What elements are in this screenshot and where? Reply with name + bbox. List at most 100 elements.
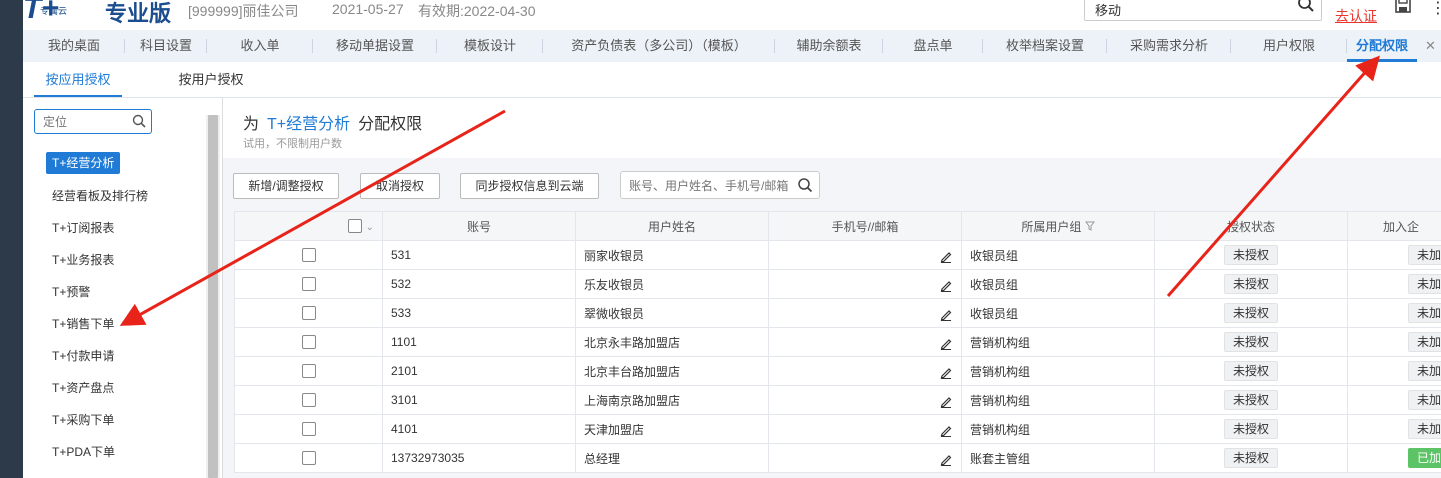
sidebar-item-pda-order[interactable]: T+PDA下单 — [52, 441, 115, 463]
user-auth-table: ⌄ 账号 用户姓名 手机号//邮箱 所属用户组 授权状态 加入企 531 丽家收… — [234, 211, 1441, 473]
col-name[interactable]: 用户姓名 — [575, 211, 769, 241]
row-select[interactable] — [234, 414, 383, 444]
sidebar-scroll-thumb[interactable] — [208, 115, 218, 478]
row-select[interactable] — [234, 298, 383, 328]
tab-user-permissions[interactable]: 用户权限 — [1231, 30, 1347, 62]
more-icon[interactable]: ⋮ — [1430, 0, 1441, 18]
tab-income-receipt[interactable]: 收入单 — [207, 30, 313, 62]
edit-pencil-icon[interactable] — [939, 423, 953, 440]
col-account[interactable]: 账号 — [382, 211, 576, 241]
edit-pencil-icon[interactable] — [939, 278, 953, 295]
status-badge: 未授权 — [1223, 419, 1278, 439]
tab-mobile-doc-settings[interactable]: 移动单据设置 — [313, 30, 437, 62]
tab-purchase-analysis[interactable]: 采购需求分析 — [1107, 30, 1231, 62]
edit-pencil-icon[interactable] — [939, 365, 953, 382]
row-select[interactable] — [234, 356, 383, 386]
edit-pencil-icon[interactable] — [939, 452, 953, 469]
chevron-down-icon[interactable]: ⌄ — [366, 222, 374, 233]
table-row[interactable]: 533 翠微收银员 收银员组 未授权 未加 — [234, 298, 1441, 328]
tab-balance-sheet[interactable]: 资产负债表（多公司）（模板） — [543, 30, 775, 62]
table-row[interactable]: 532 乐友收银员 收银员组 未授权 未加 — [234, 269, 1441, 299]
cell-phone — [768, 356, 962, 386]
search-icon[interactable] — [132, 114, 146, 131]
sidebar-item-sales-order[interactable]: T+销售下单 — [52, 313, 114, 335]
title-product: T+经营分析 — [267, 116, 351, 133]
cell-group: 收银员组 — [961, 240, 1155, 270]
user-search-field[interactable] — [627, 178, 791, 194]
filter-icon[interactable] — [1084, 220, 1095, 234]
user-search-input[interactable] — [620, 171, 820, 199]
save-icon[interactable] — [1394, 0, 1412, 17]
status-badge: 未授权 — [1223, 448, 1278, 468]
panel-subtitle: 试用，不限制用户数 — [243, 138, 342, 150]
sidebar-item-business-reports[interactable]: T+业务报表 — [52, 249, 114, 271]
subtab-by-user[interactable]: 按用户授权 — [167, 62, 255, 97]
company-name[interactable]: [999999]丽佳公司 — [188, 1, 299, 21]
cell-group: 账套主管组 — [961, 443, 1155, 473]
cell-group: 收银员组 — [961, 298, 1155, 328]
edit-pencil-icon[interactable] — [939, 394, 953, 411]
edit-pencil-icon[interactable] — [939, 336, 953, 353]
select-all-checkbox[interactable] — [348, 219, 363, 234]
search-icon[interactable] — [1297, 0, 1315, 16]
certify-link[interactable]: 去认证 — [1335, 6, 1377, 26]
sidebar-item-subscription-reports[interactable]: T+订阅报表 — [52, 217, 114, 239]
table-row[interactable]: 13732973035 总经理 账套主管组 未授权 已加 — [234, 443, 1441, 473]
col-join[interactable]: 加入企 — [1347, 211, 1441, 241]
row-select[interactable] — [234, 240, 383, 270]
col-group-label: 所属用户组 — [1021, 219, 1082, 234]
tab-enum-archive[interactable]: 枚举档案设置 — [983, 30, 1107, 62]
table-row[interactable]: 3101 上海南京路加盟店 营销机构组 未授权 未加 — [234, 385, 1441, 415]
row-checkbox[interactable] — [301, 364, 316, 379]
table-row[interactable]: 2101 北京丰台路加盟店 营销机构组 未授权 未加 — [234, 356, 1441, 386]
cell-status: 未授权 — [1154, 414, 1348, 444]
col-group[interactable]: 所属用户组 — [961, 211, 1155, 241]
subtab-by-app[interactable]: 按应用授权 — [34, 62, 122, 97]
cell-account: 2101 — [382, 356, 576, 386]
global-search-input[interactable]: 移动 — [1084, 0, 1322, 21]
row-checkbox[interactable] — [301, 335, 316, 350]
row-checkbox[interactable] — [301, 277, 316, 292]
sidebar-item-alerts[interactable]: T+预警 — [52, 281, 90, 303]
tab-label: 收入单 — [240, 38, 280, 53]
table-row[interactable]: 4101 天津加盟店 营销机构组 未授权 未加 — [234, 414, 1441, 444]
cancel-auth-button[interactable]: 取消授权 — [360, 173, 440, 199]
table-header-row: ⌄ 账号 用户姓名 手机号//邮箱 所属用户组 授权状态 加入企 — [234, 211, 1441, 241]
add-auth-button[interactable]: 新增/调整授权 — [233, 173, 339, 199]
col-status[interactable]: 授权状态 — [1154, 211, 1348, 241]
sync-cloud-button[interactable]: 同步授权信息到云端 — [460, 173, 599, 199]
tab-stocktake[interactable]: 盘点单 — [883, 30, 983, 62]
locate-input[interactable] — [34, 109, 152, 134]
locate-field[interactable] — [41, 114, 125, 130]
row-checkbox[interactable] — [301, 393, 316, 408]
tab-assign-permissions[interactable]: 分配权限 — [1347, 30, 1417, 62]
tab-aux-balance[interactable]: 辅助余额表 — [775, 30, 883, 62]
select-all-header[interactable]: ⌄ — [234, 211, 383, 241]
row-select[interactable] — [234, 443, 383, 473]
col-phone[interactable]: 手机号//邮箱 — [768, 211, 962, 241]
table-row[interactable]: 531 丽家收银员 收银员组 未授权 未加 — [234, 240, 1441, 270]
table-row[interactable]: 1101 北京永丰路加盟店 营销机构组 未授权 未加 — [234, 327, 1441, 357]
row-checkbox[interactable] — [301, 422, 316, 437]
row-checkbox[interactable] — [301, 451, 316, 466]
row-select[interactable] — [234, 327, 383, 357]
search-icon[interactable] — [797, 177, 813, 196]
tab-my-desktop[interactable]: 我的桌面 — [23, 30, 125, 62]
sidebar-item-purchase-order[interactable]: T+采购下单 — [52, 409, 114, 431]
edit-pencil-icon[interactable] — [939, 249, 953, 266]
sidebar-item-payment-request[interactable]: T+付款申请 — [52, 345, 114, 367]
close-icon[interactable]: ✕ — [1425, 30, 1436, 62]
row-select[interactable] — [234, 269, 383, 299]
sidebar-item-dashboard-ranking[interactable]: 经营看板及排行榜 — [52, 185, 148, 207]
edition-label: 专业版 — [105, 1, 172, 26]
tab-template-design[interactable]: 模板设计 — [437, 30, 543, 62]
row-select[interactable] — [234, 385, 383, 415]
sidebar-item-business-analysis[interactable]: T+经营分析 — [46, 152, 121, 174]
row-checkbox[interactable] — [301, 306, 316, 321]
sidebar-item-asset-stocktake[interactable]: T+资产盘点 — [52, 377, 114, 399]
tab-account-settings[interactable]: 科目设置 — [125, 30, 207, 62]
row-checkbox[interactable] — [301, 248, 316, 263]
edit-pencil-icon[interactable] — [939, 307, 953, 324]
panel-title: 为 T+经营分析 分配权限 — [243, 110, 422, 134]
cell-join: 未加 — [1347, 269, 1441, 299]
